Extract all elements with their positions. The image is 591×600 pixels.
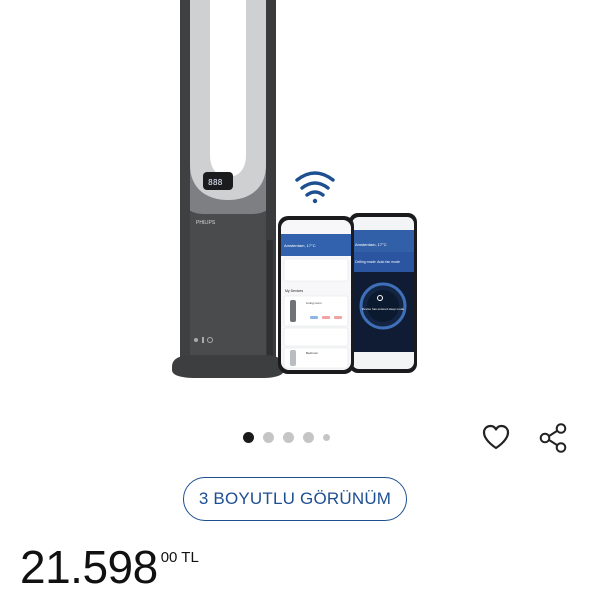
left-phone-location: Amsterdam, 17°C [284, 243, 316, 248]
wifi-icon [295, 171, 335, 204]
left-phone-section: My Devices [285, 289, 303, 293]
price-main: 21.598 [20, 541, 158, 593]
brand-label: PHILIPS [196, 220, 216, 226]
price-decimals-currency: 00 TL [161, 549, 199, 566]
product-image-gallery[interactable]: PHILIPS 888 Amsterdam, 17°C Ceiling mode… [0, 0, 591, 420]
gallery-dot-2[interactable] [263, 431, 274, 443]
gallery-pagination-dots [243, 431, 330, 443]
gallery-dot-4[interactable] [303, 431, 314, 443]
share-button[interactable] [536, 421, 570, 455]
gallery-dot-5[interactable] [323, 433, 330, 441]
price-decimals: 00 [160, 549, 178, 566]
heart-outline-icon [482, 424, 510, 450]
phone-right-image [349, 213, 417, 373]
gallery-dot-3[interactable] [283, 431, 294, 443]
share-icon [539, 423, 567, 453]
right-phone-ring-text: Device has entered sleep mode [362, 307, 405, 311]
left-phone-device2: Bedroom [306, 351, 319, 355]
right-phone-banner: Ceiling mode: Auto fan mode [355, 260, 400, 264]
right-phone-location: Amsterdam, 17°C [355, 242, 387, 247]
gallery-dot-1[interactable] [243, 431, 254, 443]
product-image: PHILIPS 888 Amsterdam, 17°C Ceiling mode… [172, 0, 417, 378]
device-display-readout: 888 [208, 178, 223, 187]
left-phone-device1: Living room [306, 301, 322, 305]
price-currency: TL [181, 549, 199, 566]
view-3d-button[interactable]: 3 BOYUTLU GÖRÜNÜM [183, 477, 407, 521]
product-price: 21.598 00 TL [20, 540, 199, 594]
air-purifier-fan-image [172, 0, 284, 378]
favorite-button[interactable] [480, 421, 512, 453]
view-3d-label: 3 BOYUTLU GÖRÜNÜM [198, 489, 392, 508]
